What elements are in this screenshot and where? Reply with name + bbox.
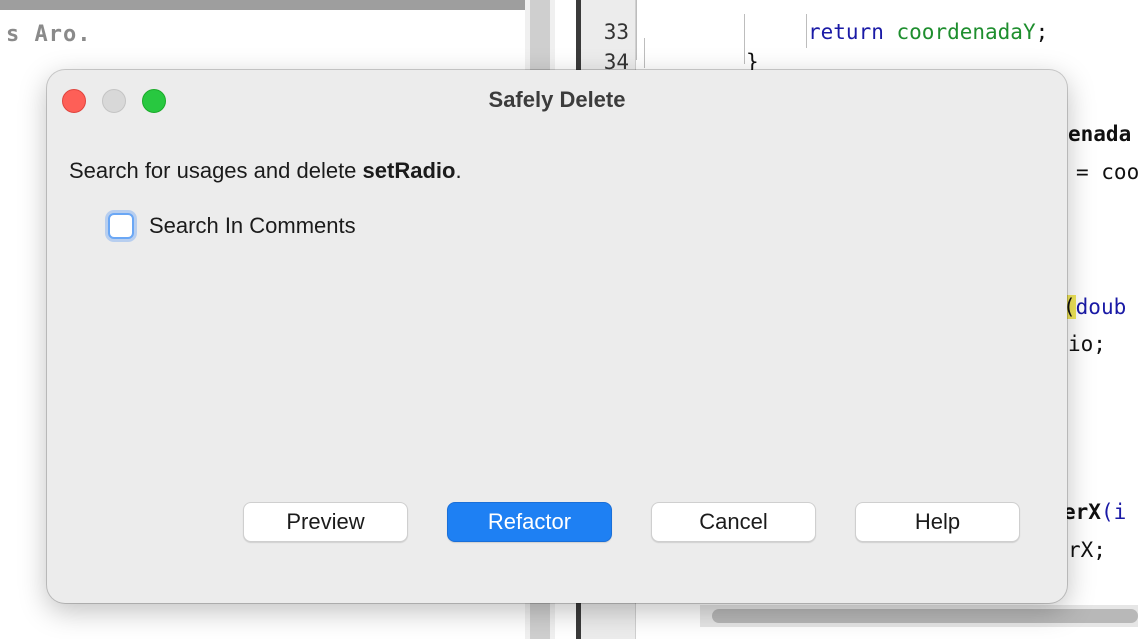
message-target: setRadio [362,158,456,183]
horizontal-scrollbar-thumb[interactable] [712,609,1138,623]
indent-guide [644,38,645,68]
code-punct: ; [1035,20,1049,44]
code-fragment: (doub [1063,295,1126,319]
indent-guide [806,14,807,48]
search-in-comments-label[interactable]: Search In Comments [149,213,356,239]
indent-guide [744,14,745,64]
code-fragment: rX; [1068,538,1106,562]
message-prefix: Search for usages and delete [69,158,363,183]
search-in-comments-checkbox[interactable] [108,213,134,239]
dialog-title: Safely Delete [488,87,626,112]
code-method: erX [1063,500,1101,524]
code-line-33: return coordenadaY; [808,20,1048,44]
code-fragment: erX(i [1063,500,1126,524]
refactor-button[interactable]: Refactor [447,502,612,542]
code-fragment: enada [1068,122,1132,146]
code-fragment: io; [1068,332,1106,356]
left-pane-border [0,0,525,10]
message-suffix: . [455,158,462,183]
dialog-message: Search for usages and delete setRadio. [69,158,462,184]
line-number: 33 [603,20,629,44]
horizontal-scrollbar[interactable] [700,605,1138,627]
code-identifier: coordenadaY [896,20,1036,44]
safely-delete-dialog: Safely Delete Search for usages and dele… [47,70,1067,603]
code-keyword: (i [1100,500,1127,524]
code-fragment: = coo [1076,160,1138,184]
search-in-comments-option[interactable]: Search In Comments [108,211,356,241]
code-keyword: return [808,20,884,44]
help-button[interactable]: Help [855,502,1020,542]
code-keyword: doub [1075,295,1127,319]
indent-guide [636,0,637,60]
preview-button[interactable]: Preview [243,502,408,542]
left-code-fragment: s Aro. [6,22,92,47]
cancel-button[interactable]: Cancel [651,502,816,542]
